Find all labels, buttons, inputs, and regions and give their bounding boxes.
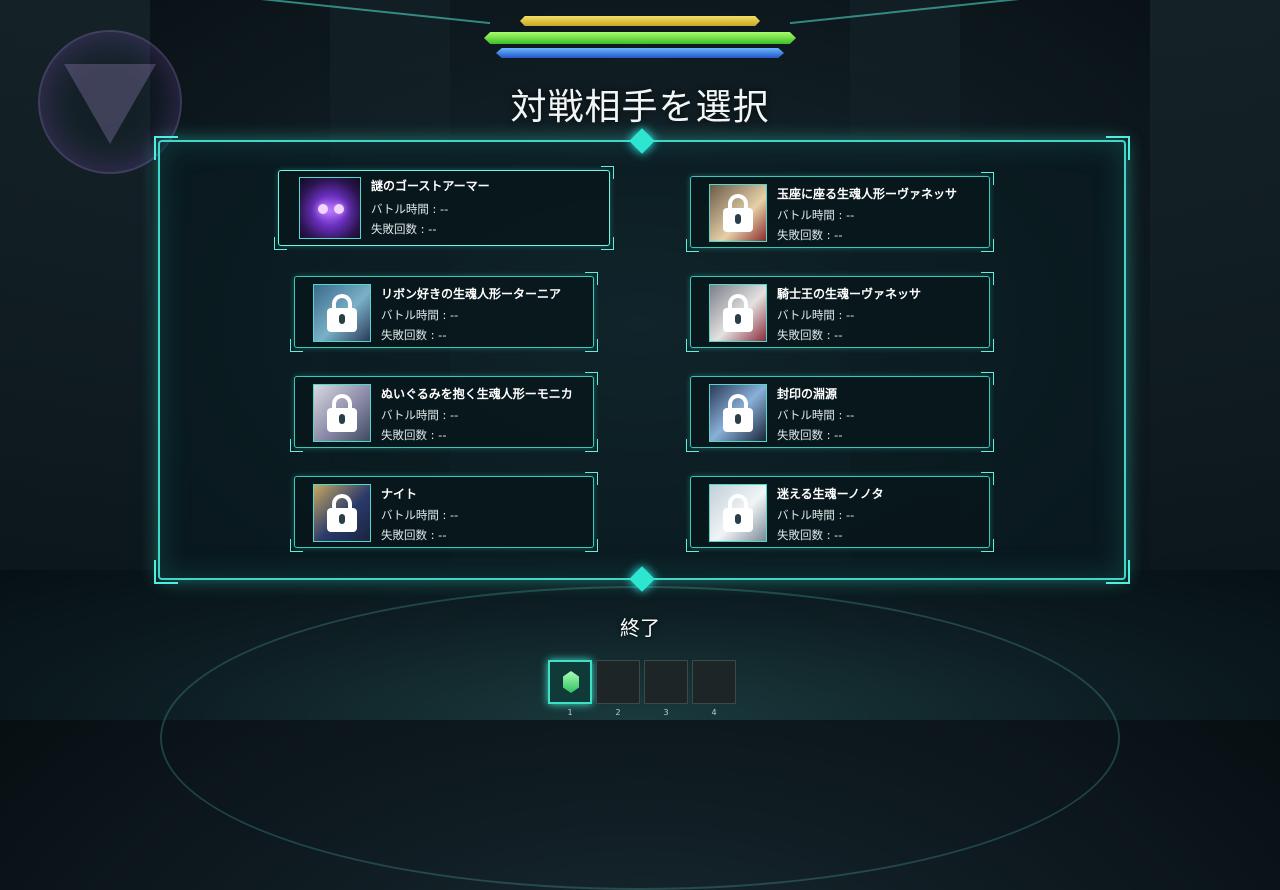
opponent-card[interactable]: リボン好きの生魂人形ーターニア バトル時間 : -- 失敗回数 : -- xyxy=(290,272,598,352)
item-slot[interactable] xyxy=(548,660,592,704)
lock-icon xyxy=(327,294,357,332)
battle-time: バトル時間 : -- xyxy=(381,408,459,422)
opponent-card[interactable]: 騎士王の生魂ーヴァネッサ バトル時間 : -- 失敗回数 : -- xyxy=(686,272,994,352)
fail-count: 失敗回数 : -- xyxy=(371,222,437,236)
battle-time: バトル時間 : -- xyxy=(371,202,449,216)
opponent-select-panel: 謎のゴーストアーマー バトル時間 : -- 失敗回数 : -- 玉座に座る生魂人… xyxy=(154,128,1130,592)
opponent-portrait xyxy=(313,484,371,542)
lock-icon xyxy=(327,394,357,432)
opponent-card[interactable]: 玉座に座る生魂人形ーヴァネッサ バトル時間 : -- 失敗回数 : -- xyxy=(686,172,994,252)
lock-icon xyxy=(327,494,357,532)
slot-number: 1 xyxy=(567,708,573,717)
opponent-portrait xyxy=(709,384,767,442)
lock-icon xyxy=(723,494,753,532)
slot-number: 3 xyxy=(663,708,669,717)
opponent-portrait xyxy=(709,284,767,342)
fail-count: 失敗回数 : -- xyxy=(777,528,843,542)
fail-count: 失敗回数 : -- xyxy=(381,328,447,342)
hud-ornament-left xyxy=(260,0,490,65)
stamina-bar xyxy=(520,16,760,26)
opponent-name: 騎士王の生魂ーヴァネッサ xyxy=(777,287,922,301)
page-title: 対戦相手を選択 xyxy=(510,87,770,128)
opponent-portrait xyxy=(313,284,371,342)
opponent-name: 迷える生魂ーノノタ xyxy=(777,487,884,501)
opponent-portrait xyxy=(709,484,767,542)
opponent-portrait xyxy=(313,384,371,442)
opponent-name: リボン好きの生魂人形ーターニア xyxy=(381,287,562,301)
lock-icon xyxy=(723,194,753,232)
slot-number: 4 xyxy=(711,708,717,717)
opponent-name: ぬいぐるみを抱く生魂人形ーモニカ xyxy=(381,387,573,401)
fail-count: 失敗回数 : -- xyxy=(777,228,843,242)
lock-icon xyxy=(723,394,753,432)
battle-time: バトル時間 : -- xyxy=(777,408,855,422)
battle-time: バトル時間 : -- xyxy=(381,308,459,322)
health-bar xyxy=(484,32,796,44)
battle-time: バトル時間 : -- xyxy=(777,508,855,522)
green-crystal-icon xyxy=(563,671,579,693)
item-slot[interactable] xyxy=(596,660,640,704)
battle-time: バトル時間 : -- xyxy=(777,308,855,322)
lock-icon xyxy=(723,294,753,332)
item-slot-bar: 1 2 3 4 xyxy=(546,660,738,720)
mana-bar xyxy=(496,48,784,58)
diamond-ornament-icon xyxy=(629,566,655,592)
opponent-name: 玉座に座る生魂人形ーヴァネッサ xyxy=(777,187,958,201)
quit-button[interactable]: 終了 xyxy=(0,612,1280,641)
hud-ornament-right xyxy=(790,0,1020,65)
fail-count: 失敗回数 : -- xyxy=(381,428,447,442)
opponent-card[interactable]: ぬいぐるみを抱く生魂人形ーモニカ バトル時間 : -- 失敗回数 : -- xyxy=(290,372,598,452)
fail-count: 失敗回数 : -- xyxy=(381,528,447,542)
opponent-card[interactable]: 迷える生魂ーノノタ バトル時間 : -- 失敗回数 : -- xyxy=(686,472,994,552)
opponent-name: 謎のゴーストアーマー xyxy=(371,179,490,193)
slot-number: 2 xyxy=(615,708,621,717)
opponent-card[interactable]: 封印の淵源 バトル時間 : -- 失敗回数 : -- xyxy=(686,372,994,452)
item-slot[interactable] xyxy=(644,660,688,704)
item-slot[interactable] xyxy=(692,660,736,704)
opponent-name: 封印の淵源 xyxy=(777,387,838,401)
battle-time: バトル時間 : -- xyxy=(381,508,459,522)
diamond-ornament-icon xyxy=(629,128,655,154)
opponent-card[interactable]: 謎のゴーストアーマー バトル時間 : -- 失敗回数 : -- xyxy=(274,166,614,250)
fail-count: 失敗回数 : -- xyxy=(777,428,843,442)
opponent-portrait xyxy=(709,184,767,242)
fail-count: 失敗回数 : -- xyxy=(777,328,843,342)
ghost-armor-portrait xyxy=(299,177,361,239)
status-bars xyxy=(260,0,1020,70)
opponent-card[interactable]: ナイト バトル時間 : -- 失敗回数 : -- xyxy=(290,472,598,552)
opponent-name: ナイト xyxy=(381,487,418,501)
battle-time: バトル時間 : -- xyxy=(777,208,855,222)
